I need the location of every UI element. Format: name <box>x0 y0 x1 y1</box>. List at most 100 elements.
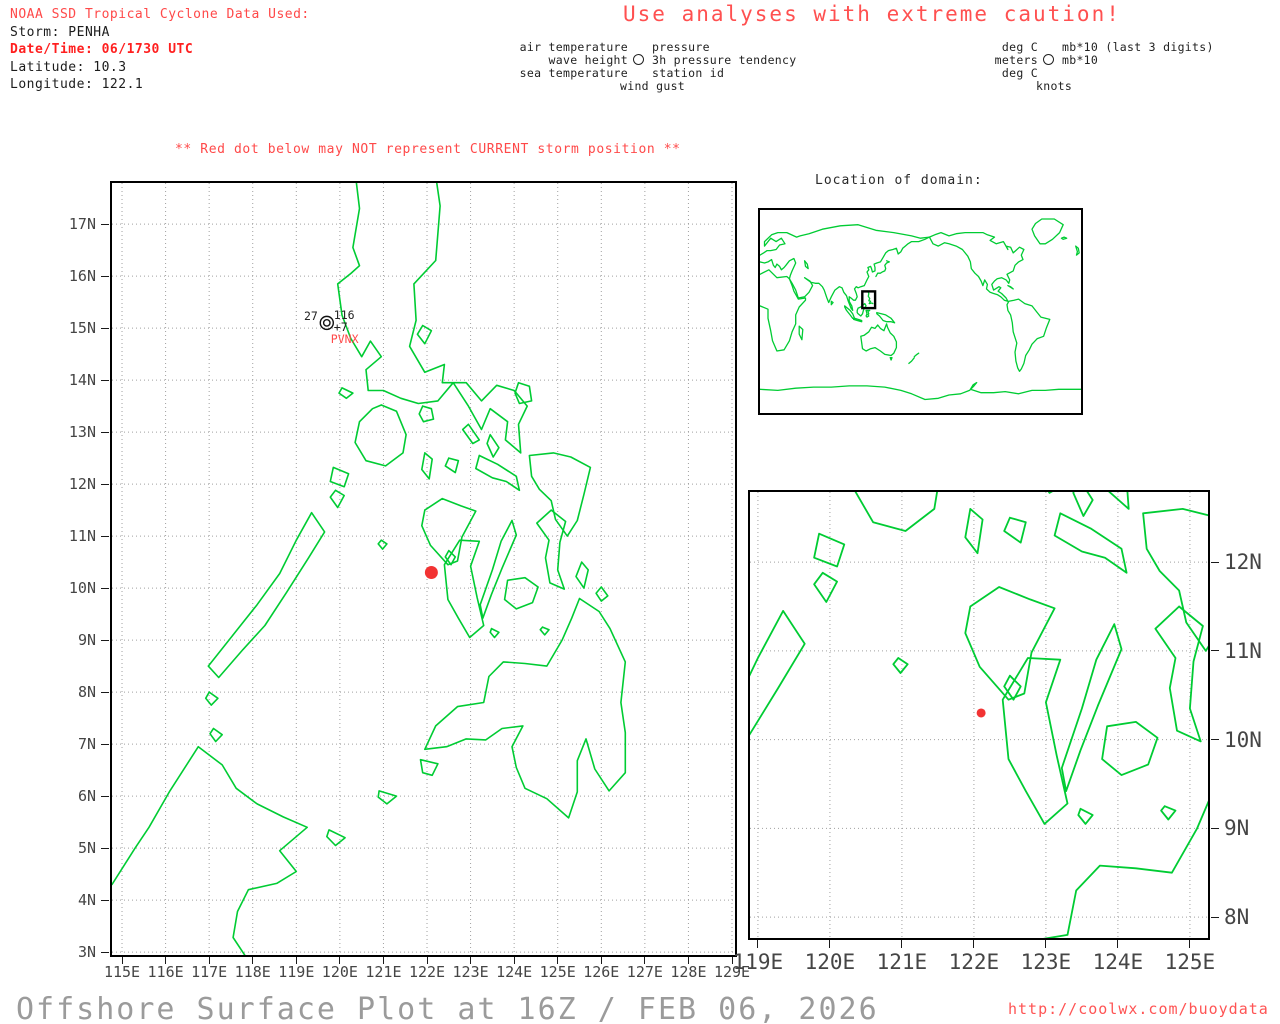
lat-tick <box>101 952 109 953</box>
lat-tick <box>1211 650 1219 651</box>
storm-latitude: Latitude: 10.3 <box>10 59 310 77</box>
world-map-canvas <box>760 210 1081 413</box>
lat-tick-label: 13N <box>40 423 96 441</box>
lat-tick-label: 3N <box>40 943 96 961</box>
lon-tick-label: 120E <box>316 963 364 981</box>
lon-tick-label: 124E <box>1084 950 1152 974</box>
lat-tick-label: 8N <box>1224 905 1280 929</box>
station-air-temp: 27 <box>304 309 318 323</box>
lat-tick-label: 6N <box>40 787 96 805</box>
lat-tick-label: 17N <box>40 215 96 233</box>
gridlines <box>112 183 735 955</box>
caution-banner: Use analyses with extreme caution! <box>623 2 1121 26</box>
lat-tick <box>101 588 109 589</box>
legend-sea-temp: sea temperature <box>516 67 628 80</box>
lon-tick-label: 126E <box>577 963 625 981</box>
lat-tick <box>101 432 109 433</box>
unit-sea-temp: deg C <box>958 67 1038 80</box>
lat-tick <box>101 900 109 901</box>
lat-tick-label: 10N <box>40 579 96 597</box>
world-coastlines <box>760 219 1081 400</box>
lat-tick-label: 7N <box>40 735 96 753</box>
lat-tick-label: 12N <box>40 475 96 493</box>
legend-wind-gust: wind gust <box>620 80 685 93</box>
storm-datetime: Date/Time: 06/1730 UTC <box>10 41 310 59</box>
lon-tick-label: 125E <box>1156 950 1224 974</box>
lat-tick-label: 10N <box>1224 728 1280 752</box>
lon-tick <box>1045 940 1046 948</box>
lat-tick <box>101 692 109 693</box>
lon-tick-label: 121E <box>359 963 407 981</box>
lon-tick-label: 123E <box>1012 950 1080 974</box>
lon-tick-label: 121E <box>868 950 936 974</box>
lat-tick <box>1211 739 1219 740</box>
lon-tick-label: 124E <box>490 963 538 981</box>
lon-tick-label: 125E <box>534 963 582 981</box>
station-circle-icon <box>1043 54 1054 65</box>
lat-tick <box>101 640 109 641</box>
lon-tick-label: 120E <box>796 950 864 974</box>
lat-tick-label: 5N <box>40 839 96 857</box>
tc-data-title: NOAA SSD Tropical Cyclone Data Used: <box>10 6 310 24</box>
storm-longitude: Longitude: 122.1 <box>10 76 310 94</box>
lat-tick-label: 9N <box>40 631 96 649</box>
lon-tick-label: 116E <box>142 963 190 981</box>
lon-tick-label: 122E <box>403 963 451 981</box>
lon-tick-label: 127E <box>621 963 669 981</box>
lat-tick-label: 14N <box>40 371 96 389</box>
lat-tick <box>1211 562 1219 563</box>
lat-tick <box>101 224 109 225</box>
zoom-map-canvas <box>750 492 1208 938</box>
lon-tick <box>829 940 830 948</box>
storm-name: Storm: PENHA <box>10 24 310 42</box>
lat-tick <box>101 276 109 277</box>
lon-tick-label: 119E <box>724 950 792 974</box>
station-plot: 27116+7PVNX <box>304 308 359 346</box>
coastlines <box>112 183 625 955</box>
lat-tick <box>101 328 109 329</box>
station-circle-icon <box>633 54 644 65</box>
lon-tick-label: 123E <box>447 963 495 981</box>
lon-tick-label: 115E <box>98 963 146 981</box>
lat-tick <box>101 536 109 537</box>
lon-tick <box>1189 940 1190 948</box>
plot-title: Offshore Surface Plot at 16Z / FEB 06, 2… <box>16 992 879 1024</box>
lat-tick <box>101 484 109 485</box>
storm-position-dot <box>425 566 438 579</box>
lon-tick-label: 119E <box>272 963 320 981</box>
lat-tick-label: 8N <box>40 683 96 701</box>
lat-tick-label: 9N <box>1224 816 1280 840</box>
inset-title: Location of domain: <box>815 173 983 188</box>
lat-tick-label: 16N <box>40 267 96 285</box>
lat-tick <box>1211 828 1219 829</box>
lat-tick-label: 11N <box>1224 639 1280 663</box>
storm-position-warning: ** Red dot below may NOT represent CURRE… <box>175 142 681 157</box>
lat-tick <box>101 848 109 849</box>
world-inset-map <box>758 208 1083 415</box>
source-url: http://coolwx.com/buoydata <box>1008 1000 1269 1018</box>
lon-tick-label: 117E <box>185 963 233 981</box>
station-model-legend: air temperaturepressure wave height3h pr… <box>516 41 796 93</box>
offshore-surface-plot-page: NOAA SSD Tropical Cyclone Data Used: Sto… <box>0 0 1280 1024</box>
lat-tick-label: 4N <box>40 891 96 909</box>
lat-tick-label: 12N <box>1224 550 1280 574</box>
station-id: PVNX <box>331 332 359 346</box>
lon-tick-label: 118E <box>229 963 277 981</box>
lat-tick <box>101 744 109 745</box>
lon-tick <box>973 940 974 948</box>
tc-data-block: NOAA SSD Tropical Cyclone Data Used: Sto… <box>10 6 310 94</box>
lat-tick <box>1211 917 1219 918</box>
lon-tick <box>757 940 758 948</box>
lon-tick <box>1117 940 1118 948</box>
lat-tick <box>101 796 109 797</box>
unit-tendency: mb*10 <box>1058 54 1098 67</box>
unit-wind-gust: knots <box>1036 80 1072 93</box>
lat-tick <box>101 380 109 381</box>
storm-position-dot <box>977 708 986 717</box>
lat-tick-label: 11N <box>40 527 96 545</box>
zoom-map <box>748 490 1210 940</box>
lon-tick-label: 122E <box>940 950 1008 974</box>
lat-tick-label: 15N <box>40 319 96 337</box>
main-map: 27116+7PVNX <box>110 181 737 957</box>
main-map-canvas: 27116+7PVNX <box>112 183 735 955</box>
